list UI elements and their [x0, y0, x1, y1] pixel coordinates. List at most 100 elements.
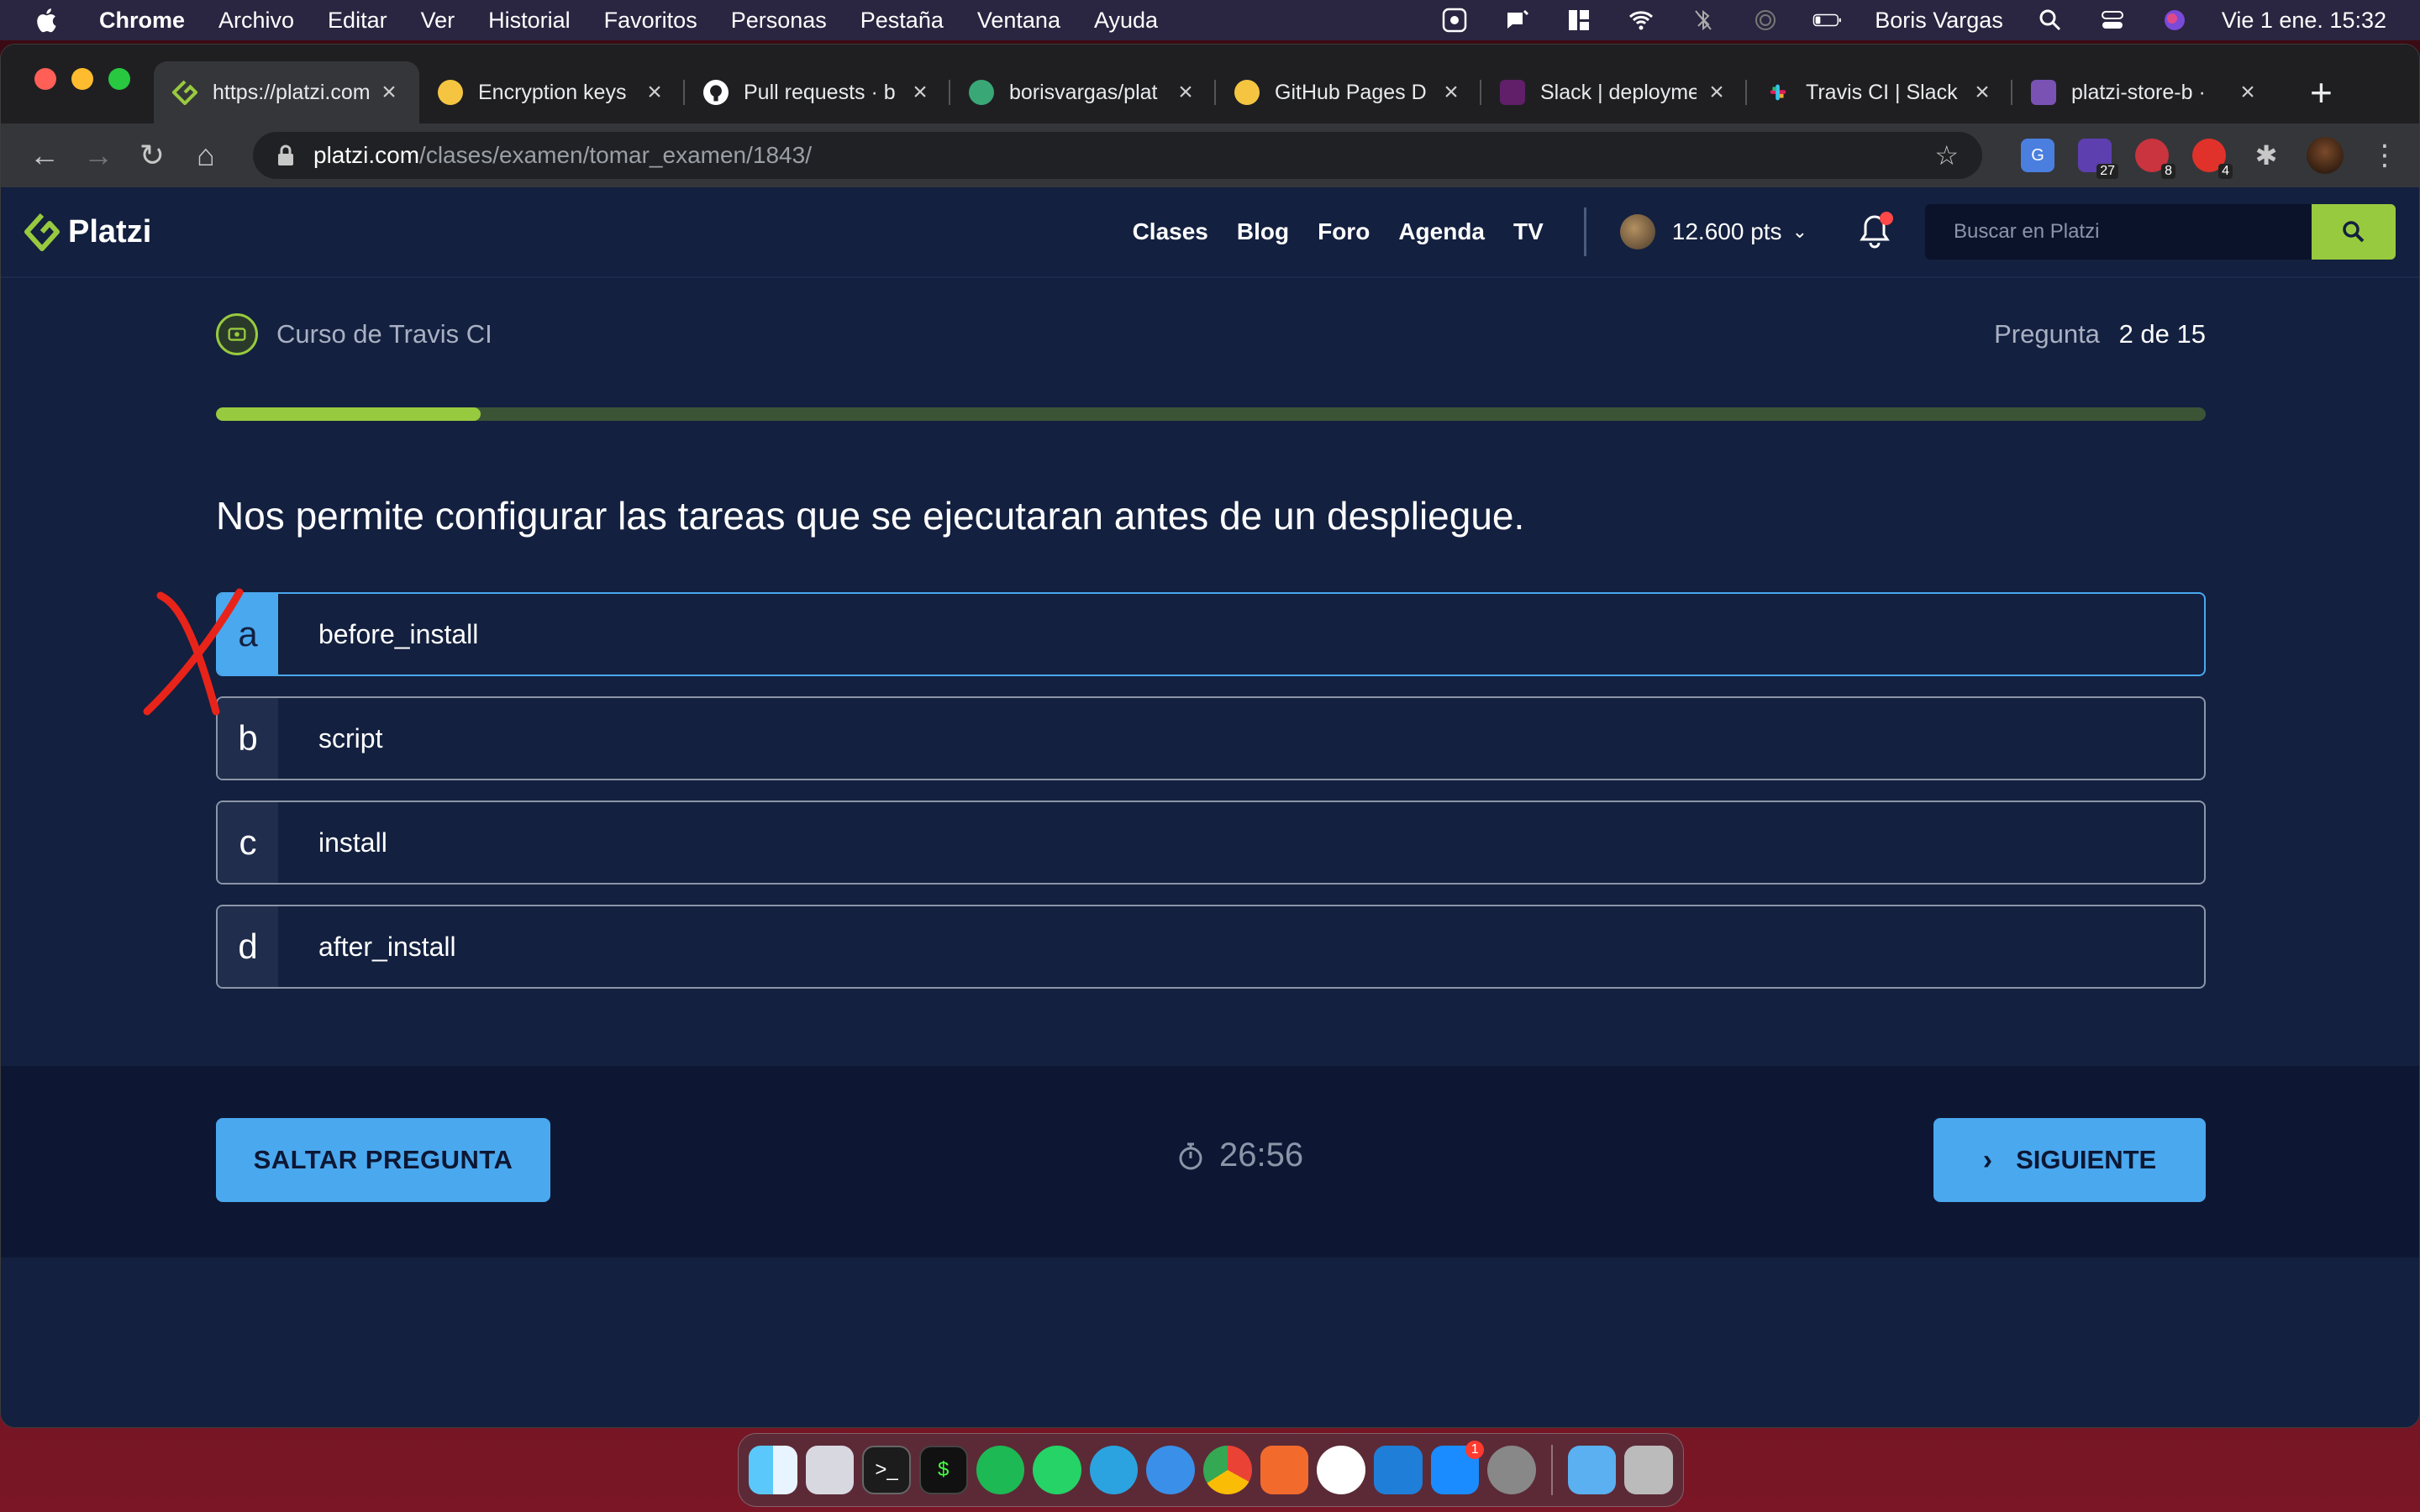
back-icon[interactable]: ←	[21, 132, 68, 179]
extension-badge: 27	[2096, 164, 2118, 179]
spotify-icon[interactable]	[976, 1446, 1025, 1494]
google-translate-icon[interactable]: G	[2021, 139, 2054, 172]
platzi-logo[interactable]: Platzi	[24, 213, 151, 251]
close-tab-icon[interactable]: ×	[643, 78, 666, 107]
nav-tv[interactable]: TV	[1513, 218, 1544, 245]
tab-title: borisvargas/plat	[1009, 80, 1158, 104]
finder-icon[interactable]	[749, 1446, 797, 1494]
next-question-button[interactable]: › SIGUIENTE	[1933, 1118, 2206, 1202]
profile-avatar[interactable]	[2307, 137, 2344, 174]
menu-ayuda[interactable]: Ayuda	[1094, 8, 1158, 34]
close-tab-icon[interactable]: ×	[2236, 78, 2260, 107]
adblock-icon[interactable]: 4	[2192, 139, 2233, 179]
tab-platzi[interactable]: https://platzi.com ×	[154, 61, 419, 123]
iterm-icon[interactable]: $	[918, 1446, 968, 1494]
close-tab-icon[interactable]: ×	[908, 78, 932, 107]
system-preferences-icon[interactable]	[1487, 1446, 1536, 1494]
menu-ventana[interactable]: Ventana	[977, 8, 1060, 34]
extension-icon[interactable]: 8	[2135, 139, 2175, 179]
close-tab-icon[interactable]: ×	[377, 78, 401, 107]
menubar-user[interactable]: Boris Vargas	[1875, 8, 2003, 34]
menu-personas[interactable]: Personas	[731, 8, 827, 34]
nav-clases[interactable]: Clases	[1133, 218, 1208, 245]
menubar-datetime[interactable]: Vie 1 ene. 15:32	[2222, 8, 2386, 34]
downloads-folder-icon[interactable]	[1567, 1446, 1617, 1494]
course-badge-icon	[216, 313, 258, 355]
search-button[interactable]	[2312, 204, 2396, 260]
option-letter: d	[218, 906, 278, 987]
github-icon	[703, 80, 729, 105]
wifi-icon[interactable]	[1626, 8, 1656, 33]
menu-app-name[interactable]: Chrome	[99, 8, 185, 34]
search-input[interactable]	[1925, 204, 2312, 260]
tab-borisvargas[interactable]: borisvargas/plat ×	[950, 61, 1216, 123]
fan-icon[interactable]	[1439, 8, 1470, 33]
tab-pull-requests[interactable]: Pull requests · b ×	[685, 61, 950, 123]
close-tab-icon[interactable]: ×	[1439, 78, 1463, 107]
lock-icon	[278, 144, 293, 165]
platzi-icon	[172, 80, 197, 105]
answer-option-a[interactable]: a before_install	[216, 592, 2206, 676]
zoom-window-button[interactable]	[108, 68, 130, 90]
close-tab-icon[interactable]: ×	[1705, 78, 1728, 107]
vscode-icon[interactable]	[1373, 1446, 1423, 1494]
menu-favoritos[interactable]: Favoritos	[604, 8, 697, 34]
app-icon[interactable]	[1317, 1446, 1365, 1494]
menu-editar[interactable]: Editar	[328, 8, 387, 34]
new-tab-button[interactable]: +	[2295, 61, 2348, 123]
more-menu-icon[interactable]: ⋮	[2370, 139, 2399, 172]
nav-agenda[interactable]: Agenda	[1398, 218, 1485, 245]
tab-platzi-store[interactable]: platzi-store-b · ×	[2012, 61, 2278, 123]
postman-icon[interactable]	[1260, 1446, 1309, 1494]
forward-icon[interactable]: →	[75, 132, 122, 179]
menu-ver[interactable]: Ver	[421, 8, 455, 34]
nav-foro[interactable]: Foro	[1318, 218, 1370, 245]
minimize-window-button[interactable]	[71, 68, 93, 90]
chrome-icon[interactable]	[1203, 1446, 1252, 1494]
answer-option-d[interactable]: d after_install	[216, 905, 2206, 989]
tab-travis-slack[interactable]: Travis CI | Slack ×	[1747, 61, 2012, 123]
answer-option-b[interactable]: b script	[216, 696, 2206, 780]
app-store-icon[interactable]: 1	[1430, 1441, 1485, 1494]
menu-archivo[interactable]: Archivo	[218, 8, 294, 34]
answer-option-c[interactable]: c install	[216, 801, 2206, 885]
apple-menu-icon[interactable]	[34, 6, 57, 34]
spotlight-search-icon[interactable]	[2035, 8, 2065, 33]
bluetooth-off-icon[interactable]	[1688, 8, 1718, 33]
tab-encryption-keys[interactable]: Encryption keys ×	[419, 61, 685, 123]
address-host: platzi.com	[313, 142, 420, 168]
notifications-bell-icon[interactable]	[1858, 212, 1893, 250]
bookmark-star-icon[interactable]: ☆	[1934, 139, 1959, 171]
option-text: before_install	[318, 618, 479, 649]
address-bar[interactable]: platzi.com /clases/examen/tomar_examen/1…	[253, 132, 1982, 179]
window-layout-icon[interactable]	[1564, 8, 1594, 33]
tab-slack-deployment[interactable]: Slack | deployme ×	[1481, 61, 1747, 123]
whatsapp-icon[interactable]	[1033, 1446, 1081, 1494]
menu-pestana[interactable]: Pestaña	[860, 8, 944, 34]
extension-icon[interactable]: 27	[2078, 139, 2118, 179]
terminal-icon[interactable]: >_	[862, 1446, 911, 1494]
puzzle-extensions-icon[interactable]: ✱	[2249, 139, 2283, 172]
reload-icon[interactable]: ↻	[129, 132, 176, 179]
menu-historial[interactable]: Historial	[488, 8, 571, 34]
close-tab-icon[interactable]: ×	[1174, 78, 1197, 107]
siri-icon[interactable]	[2160, 8, 2190, 33]
notification-icon[interactable]	[1502, 8, 1532, 33]
extensions-area: G 27 8 4 ✱ ⋮	[2021, 137, 2399, 179]
skip-question-button[interactable]: SALTAR PREGUNTA	[216, 1118, 550, 1202]
home-icon[interactable]: ⌂	[182, 132, 229, 179]
control-center-icon[interactable]	[2097, 8, 2128, 33]
safari-icon[interactable]	[1146, 1446, 1196, 1494]
battery-icon[interactable]	[1812, 8, 1843, 33]
trash-icon[interactable]	[1624, 1446, 1674, 1494]
nav-blog[interactable]: Blog	[1237, 218, 1289, 245]
telegram-icon[interactable]	[1089, 1446, 1139, 1494]
user-points-menu[interactable]: 12.600 pts ⌄	[1619, 214, 1807, 249]
tab-github-pages[interactable]: GitHub Pages D ×	[1216, 61, 1481, 123]
launchpad-icon[interactable]	[805, 1446, 855, 1494]
browser-window: https://platzi.com × Encryption keys × P…	[0, 44, 2420, 1428]
airdrop-icon[interactable]	[1750, 8, 1781, 33]
close-tab-icon[interactable]: ×	[1970, 78, 1994, 107]
nav-divider	[1583, 207, 1586, 256]
close-window-button[interactable]	[34, 68, 56, 90]
